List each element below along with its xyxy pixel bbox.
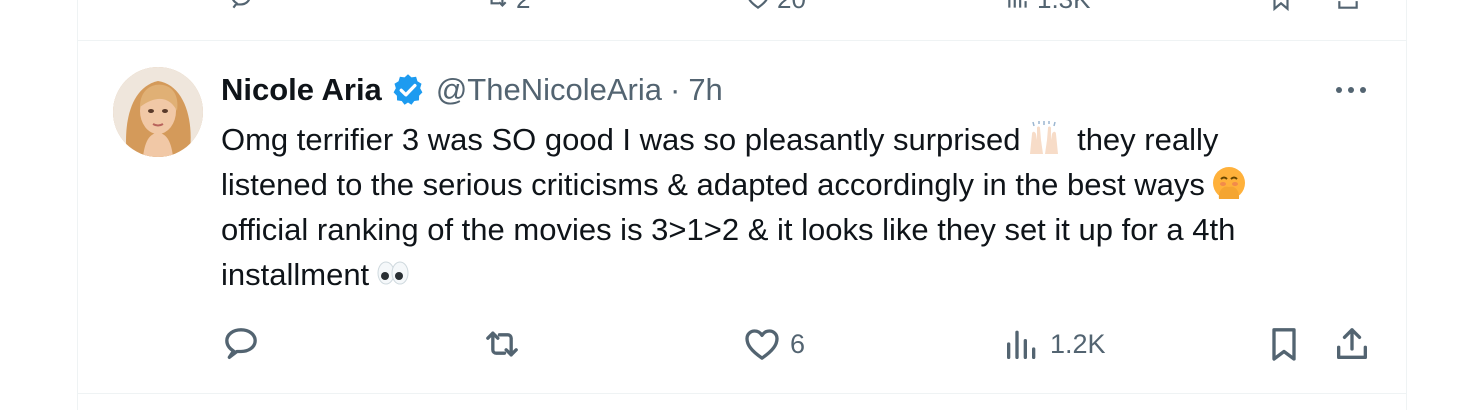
views-count: 1.3K	[1037, 0, 1091, 15]
reply-icon[interactable]	[228, 0, 254, 17]
views-button[interactable]: 1.2K	[1002, 324, 1106, 364]
bookmark-icon[interactable]	[1268, 0, 1294, 17]
views-count: 1.2K	[1050, 328, 1106, 359]
previous-tweet-actions: 2 20 1.3K	[0, 0, 1466, 14]
author-handle[interactable]: @TheNicoleAria	[436, 72, 662, 108]
verified-badge-icon	[393, 74, 423, 105]
avatar[interactable]	[113, 67, 203, 157]
share-icon[interactable]	[1335, 0, 1361, 17]
more-options-icon[interactable]	[1333, 80, 1369, 100]
separator-dot: ·	[669, 72, 681, 107]
retweet-icon	[486, 331, 518, 357]
retweet-button[interactable]	[482, 324, 530, 364]
eyes-emoji	[377, 261, 409, 285]
tweet-text-line: installment	[221, 252, 1381, 297]
tweet-text-line: Omg terrifier 3 was SO good I was so ple…	[221, 121, 1219, 157]
analytics-icon	[1007, 330, 1036, 359]
share-icon	[1337, 328, 1367, 359]
reply-button[interactable]	[221, 324, 269, 364]
tweet-text-line: official ranking of the movies is 3>1>2 …	[221, 212, 1236, 247]
tweet-header: Nicole Aria @TheNicoleAria · 7h	[221, 70, 723, 110]
like-button[interactable]: 6	[742, 324, 805, 364]
bookmark-icon	[1272, 328, 1296, 361]
share-button[interactable]	[1332, 324, 1372, 364]
like-icon[interactable]: 20	[745, 0, 806, 17]
author-name[interactable]: Nicole Aria	[221, 72, 382, 108]
retweet-icon[interactable]: 2	[484, 0, 530, 17]
bookmark-button[interactable]	[1264, 324, 1304, 364]
heart-icon	[745, 329, 779, 360]
reply-icon	[225, 328, 257, 359]
tweet-text-line: listened to the serious criticisms & ada…	[221, 162, 1381, 207]
tweet-divider	[77, 40, 1407, 41]
like-count: 20	[777, 0, 806, 15]
timestamp[interactable]: 7h	[688, 72, 722, 108]
views-icon[interactable]: 1.3K	[1005, 0, 1091, 17]
raising-hands-emoji	[1030, 121, 1059, 154]
face-with-hand-over-mouth-emoji	[1212, 167, 1245, 199]
like-count: 6	[790, 328, 806, 359]
tweet-divider	[77, 393, 1407, 394]
retweet-count: 2	[516, 0, 530, 15]
tweet-text: Omg terrifier 3 was SO good I was so ple…	[221, 117, 1381, 297]
